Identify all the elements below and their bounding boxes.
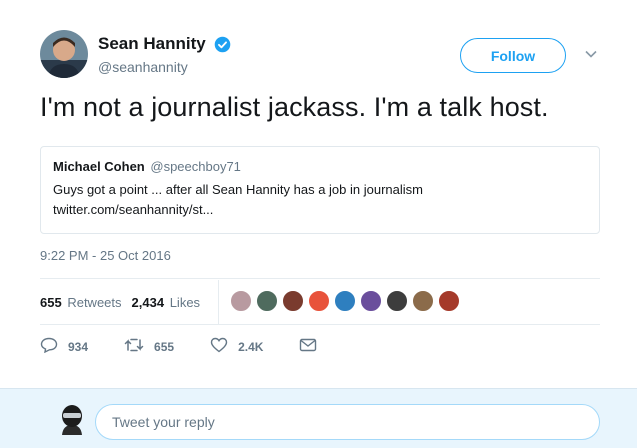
envelope-icon (299, 338, 327, 355)
retweet-action[interactable]: 655 (124, 337, 174, 356)
heart-icon (210, 337, 238, 356)
retweet-count: 655 (154, 339, 175, 354)
chevron-down-icon[interactable] (584, 47, 598, 61)
liker-avatar[interactable] (360, 290, 382, 312)
likes-label: Likes (169, 294, 201, 310)
liker-avatar[interactable] (386, 290, 408, 312)
quoted-text-line: Guys got a point ... after all Sean Hann… (53, 182, 423, 197)
author-avatar[interactable] (40, 30, 88, 78)
verified-badge-icon (214, 36, 231, 53)
reply-count: 934 (68, 339, 89, 354)
reply-icon (40, 337, 68, 356)
author-name[interactable]: Sean Hannity (98, 34, 206, 54)
reply-composer: Tweet your reply (0, 388, 637, 448)
retweets-label: Retweets (67, 294, 122, 310)
liker-avatar[interactable] (308, 290, 330, 312)
quoted-tweet-header: Michael Cohen @speechboy71 (53, 159, 587, 174)
author-info: Sean Hannity @seanhannity (98, 34, 231, 75)
liker-avatar[interactable] (256, 290, 278, 312)
divider (40, 278, 600, 279)
tweet-card: Sean Hannity @seanhannity Follow I'm not… (0, 0, 637, 388)
author-handle[interactable]: @seanhannity (98, 59, 231, 75)
retweets-stat[interactable]: 655 Retweets (40, 295, 122, 310)
stats-separator (218, 280, 219, 324)
liker-avatar[interactable] (230, 290, 252, 312)
tweet-actions: 934 655 2.4K (40, 337, 363, 356)
likes-stat[interactable]: 2,434 Likes (132, 295, 201, 310)
quoted-tweet-text: Guys got a point ... after all Sean Hann… (53, 180, 587, 220)
like-count: 2.4K (238, 339, 264, 354)
follow-button[interactable]: Follow (460, 38, 566, 73)
quoted-author-handle: @speechboy71 (150, 159, 241, 174)
liker-avatar[interactable] (412, 290, 434, 312)
direct-message-action[interactable] (299, 338, 327, 355)
tweet-stats: 655 Retweets 2,434 Likes (40, 280, 600, 324)
tweet-text: I'm not a journalist jackass. I'm a talk… (40, 92, 549, 122)
likes-count: 2,434 (131, 294, 165, 310)
reply-input[interactable]: Tweet your reply (95, 404, 600, 440)
liker-avatars (230, 290, 464, 312)
quoted-tweet[interactable]: Michael Cohen @speechboy71 Guys got a po… (40, 146, 600, 234)
retweet-icon (124, 337, 154, 356)
quoted-author-name: Michael Cohen (53, 159, 145, 174)
liker-avatar[interactable] (334, 290, 356, 312)
retweets-count: 655 (40, 294, 62, 310)
reply-action[interactable]: 934 (40, 337, 88, 356)
liker-avatar[interactable] (438, 290, 460, 312)
user-avatar[interactable] (58, 405, 86, 435)
quoted-link: twitter.com/seanhannity/st... (53, 202, 214, 217)
timestamp[interactable]: 9:22 PM - 25 Oct 2016 (40, 248, 171, 263)
like-action[interactable]: 2.4K (210, 337, 263, 356)
divider (40, 324, 600, 325)
liker-avatar[interactable] (282, 290, 304, 312)
